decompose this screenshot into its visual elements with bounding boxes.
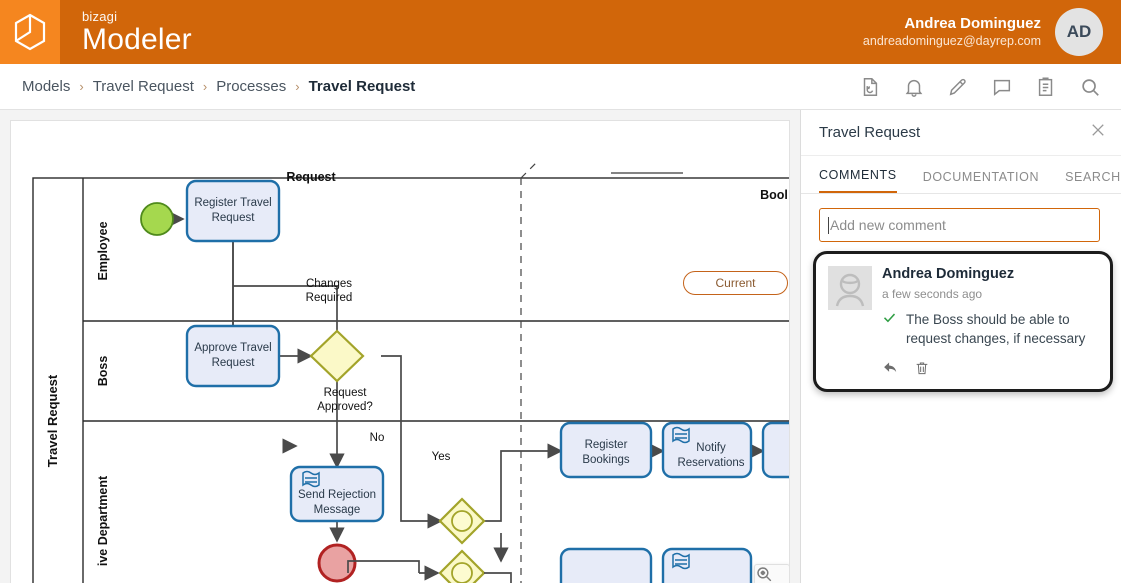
task-partial-bottom-1 bbox=[559, 547, 653, 583]
group-label-bool: Bool bbox=[760, 188, 788, 202]
task-notify-reservations: Notify Reservations bbox=[661, 421, 753, 479]
tab-documentation[interactable]: DOCUMENTATION bbox=[923, 170, 1039, 193]
cube-logo-icon bbox=[14, 13, 46, 51]
breadcrumb-item-models[interactable]: Models bbox=[22, 78, 70, 95]
panel-header: Travel Request bbox=[801, 110, 1121, 156]
side-panel: Travel Request COMMENTS DOCUMENTATION SE… bbox=[800, 110, 1121, 583]
start-event bbox=[140, 202, 174, 236]
user-email: andreadominguez@dayrep.com bbox=[862, 33, 1041, 48]
delete-icon[interactable] bbox=[914, 360, 930, 381]
task-register-travel-request: Register Travel Request bbox=[185, 179, 281, 243]
clipboard-icon[interactable] bbox=[1035, 76, 1057, 98]
task-partial-bottom-2 bbox=[661, 547, 753, 583]
task-partial-right bbox=[761, 421, 789, 479]
flow-label-yes: Yes bbox=[432, 451, 451, 463]
comment-actions bbox=[882, 359, 1098, 381]
svg-text:Notify: Notify bbox=[696, 442, 726, 454]
lane-label-admin: ive Department bbox=[96, 475, 110, 566]
flow-label-no: No bbox=[370, 432, 385, 444]
panel-body: Add new comment Andrea Dominguez a few s… bbox=[801, 194, 1121, 393]
flow-label-changes-2: Required bbox=[306, 292, 353, 304]
svg-text:Bookings: Bookings bbox=[582, 454, 630, 466]
svg-text:Send Rejection: Send Rejection bbox=[298, 489, 376, 501]
header-user-area[interactable]: Andrea Dominguez andreadominguez@dayrep.… bbox=[863, 8, 1121, 56]
comment-content: Andrea Dominguez a few seconds ago The B… bbox=[882, 266, 1098, 381]
new-comment-input[interactable]: Add new comment bbox=[819, 208, 1100, 242]
svg-text:Reservations: Reservations bbox=[677, 457, 744, 469]
breadcrumb-separator: › bbox=[295, 79, 300, 94]
svg-text:Register: Register bbox=[585, 439, 628, 451]
breadcrumb-item-travel-request[interactable]: Travel Request bbox=[93, 78, 194, 95]
bpmn-svg: Travel Request Employee Boss ive Departm… bbox=[32, 160, 789, 583]
app-logo[interactable] bbox=[0, 0, 60, 64]
svg-text:Request: Request bbox=[212, 212, 256, 224]
comment-icon[interactable] bbox=[991, 76, 1013, 98]
lane-label-boss: Boss bbox=[96, 356, 110, 387]
gateway-request-approved: Request Approved? bbox=[309, 329, 373, 413]
bell-icon[interactable] bbox=[903, 76, 925, 98]
text-caret bbox=[828, 216, 829, 234]
svg-text:Request: Request bbox=[212, 357, 256, 369]
tab-comments[interactable]: COMMENTS bbox=[819, 168, 897, 193]
svg-text:Register Travel: Register Travel bbox=[194, 197, 271, 209]
document-version-icon[interactable] bbox=[859, 76, 881, 98]
bizagi-modeler-app: bizagi Modeler Andrea Dominguez andreado… bbox=[0, 0, 1121, 583]
svg-text:Request: Request bbox=[324, 387, 368, 399]
svg-text:Approve Travel: Approve Travel bbox=[194, 342, 271, 354]
svg-text:Message: Message bbox=[314, 504, 361, 516]
zoom-controls bbox=[754, 564, 789, 583]
avatar[interactable]: AD bbox=[1055, 8, 1103, 56]
bpmn-diagram[interactable]: Travel Request Employee Boss ive Departm… bbox=[10, 120, 790, 583]
lane-label-employee: Employee bbox=[96, 221, 110, 280]
search-icon[interactable] bbox=[1079, 76, 1101, 98]
panel-tabs: COMMENTS DOCUMENTATION SEARCH bbox=[801, 156, 1121, 194]
reply-icon[interactable] bbox=[882, 359, 899, 381]
toolbar bbox=[859, 76, 1121, 98]
brand-name: bizagi bbox=[82, 8, 118, 24]
comment-timestamp: a few seconds ago bbox=[882, 287, 983, 301]
task-register-bookings: Register Bookings bbox=[559, 421, 653, 479]
breadcrumb-bar: Models › Travel Request › Processes › Tr… bbox=[0, 64, 1121, 110]
comment-card[interactable]: Andrea Dominguez a few seconds ago The B… bbox=[813, 251, 1113, 393]
gateway-event-based-2 bbox=[438, 549, 486, 583]
close-icon[interactable] bbox=[1089, 121, 1107, 144]
breadcrumb-separator: › bbox=[202, 79, 208, 94]
group-label-request: Request bbox=[286, 170, 336, 184]
check-icon bbox=[882, 310, 897, 348]
pencil-icon[interactable] bbox=[947, 76, 969, 98]
gateway-event-based-1 bbox=[438, 497, 486, 545]
breadcrumb-separator: › bbox=[79, 79, 84, 94]
comment-text-row: The Boss should be able to request chang… bbox=[882, 310, 1098, 348]
diagram-canvas-area[interactable]: Travel Request Employee Boss ive Departm… bbox=[0, 110, 800, 583]
current-version-badge[interactable]: Current bbox=[683, 271, 788, 295]
task-send-rejection-message: Send Rejection Message bbox=[289, 465, 385, 523]
panel-title: Travel Request bbox=[819, 124, 921, 141]
end-event bbox=[317, 543, 357, 583]
breadcrumb: Models › Travel Request › Processes › Tr… bbox=[0, 78, 415, 95]
user-name: Andrea Dominguez bbox=[904, 14, 1041, 32]
product-name: Modeler bbox=[82, 22, 192, 56]
user-info: Andrea Dominguez andreadominguez@dayrep.… bbox=[863, 15, 1041, 49]
flow-label-changes-1: Changes bbox=[306, 278, 352, 290]
task-approve-travel-request: Approve Travel Request bbox=[185, 324, 281, 388]
pool-label: Travel Request bbox=[45, 374, 60, 467]
breadcrumb-item-processes[interactable]: Processes bbox=[216, 78, 286, 95]
brand-block: bizagi Modeler bbox=[82, 10, 192, 55]
comment-author: Andrea Dominguez bbox=[882, 266, 1015, 282]
tab-search[interactable]: SEARCH bbox=[1065, 170, 1121, 193]
comment-text: The Boss should be able to request chang… bbox=[906, 312, 1086, 347]
breadcrumb-item-current: Travel Request bbox=[308, 78, 416, 95]
svg-text:Approved?: Approved? bbox=[317, 401, 373, 413]
new-comment-placeholder: Add new comment bbox=[830, 217, 946, 233]
user-avatar-icon bbox=[828, 266, 872, 310]
app-header: bizagi Modeler Andrea Dominguez andreado… bbox=[0, 0, 1121, 64]
